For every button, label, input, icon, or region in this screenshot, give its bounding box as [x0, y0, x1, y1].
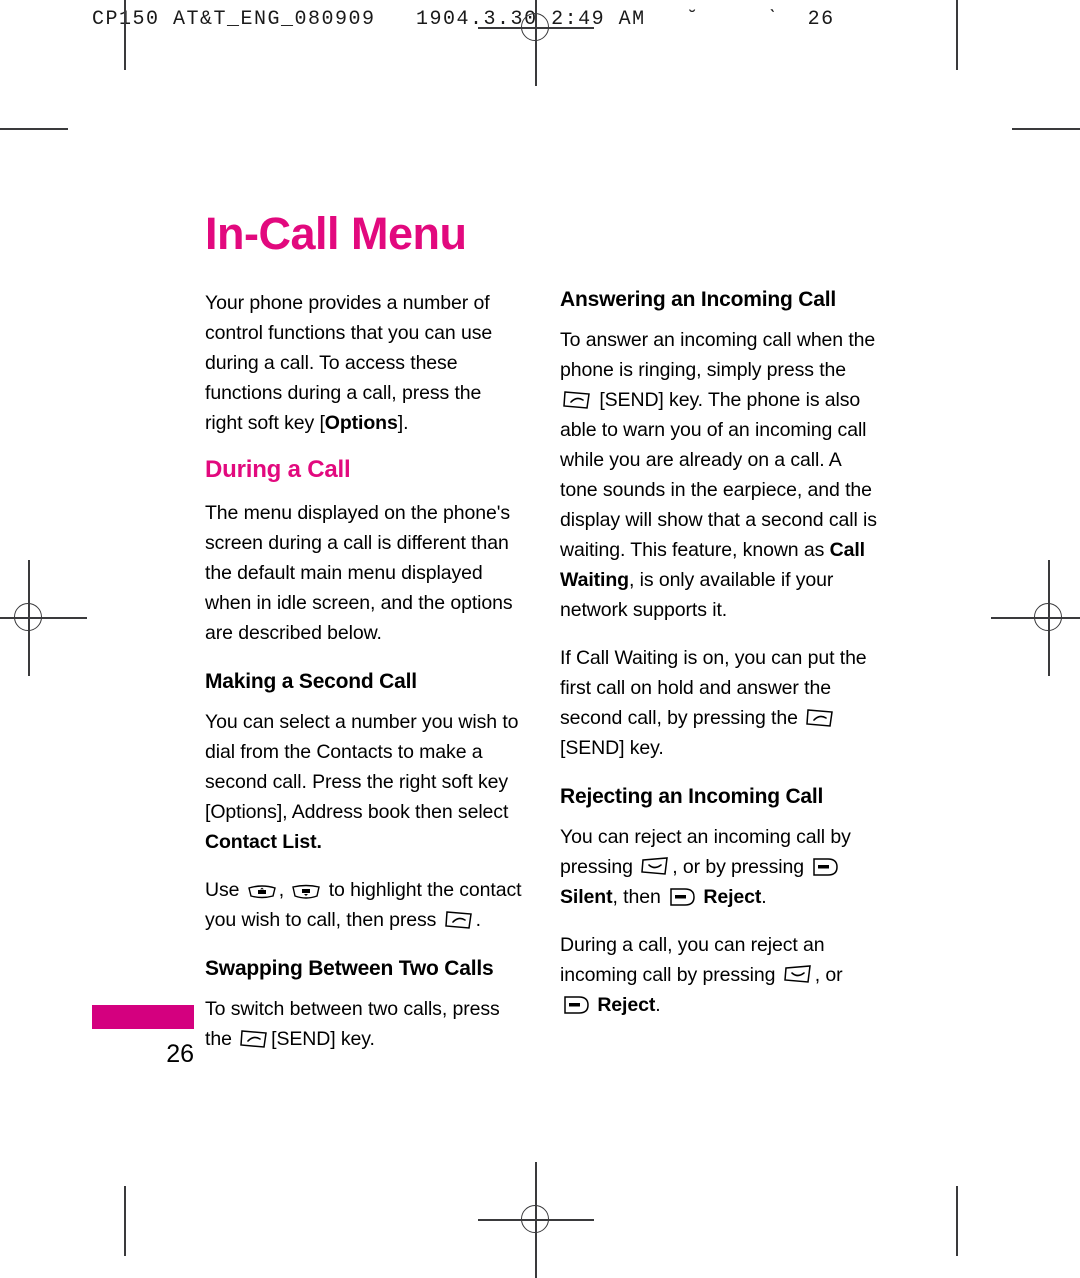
rejecting-period-2: . — [655, 994, 661, 1016]
end-key-icon — [783, 964, 813, 986]
intro-paragraph: Your phone provides a number of control … — [205, 288, 523, 438]
silent-label: Silent — [560, 886, 613, 908]
subheading-making-a-second-call: Making a Second Call — [205, 670, 417, 693]
page-tab-marker — [92, 1005, 194, 1029]
send-key-icon — [444, 909, 474, 931]
use-comma: , — [278, 879, 285, 901]
rejecting-text-part2: , or by pressing — [672, 856, 804, 878]
during-a-call-paragraph: The menu displayed on the phone's screen… — [205, 502, 513, 644]
answering-paragraph-1: To answer an incoming call when the phon… — [560, 325, 878, 625]
use-word: Use — [205, 879, 240, 901]
answering-text-part2: [SEND] key. The phone is also able to wa… — [560, 389, 877, 561]
highlight-contact-period: . — [475, 909, 481, 931]
page-title: In-Call Menu — [205, 208, 467, 260]
subheading-rejecting-an-incoming-call: Rejecting an Incoming Call — [560, 785, 824, 808]
end-key-icon — [640, 856, 670, 878]
nav-up-key-icon — [247, 883, 277, 901]
rejecting-paragraph-2: During a call, you can reject an incomin… — [560, 930, 878, 1020]
making-second-call-text: You can select a number you wish to dial… — [205, 711, 519, 823]
making-second-call-paragraph: You can select a number you wish to dial… — [205, 707, 523, 857]
subheading-swapping-between-two-calls: Swapping Between Two Calls — [205, 957, 494, 980]
right-column: Answering an Incoming Call To answer an … — [560, 288, 878, 1038]
subheading-answering-an-incoming-call: Answering an Incoming Call — [560, 288, 837, 311]
manual-page: In-Call Menu Your phone provides a numbe… — [0, 0, 1080, 1256]
send-key-icon — [239, 1028, 269, 1050]
rejecting-paragraph-1: You can reject an incoming call by press… — [560, 822, 878, 912]
call-waiting-send-key-text: [SEND] key. — [560, 737, 664, 759]
section-heading-during-a-call: During a Call — [205, 456, 351, 483]
send-key-icon — [805, 707, 835, 729]
left-column: Your phone provides a number of control … — [205, 288, 523, 1072]
nav-down-key-icon — [291, 883, 321, 901]
right-soft-key-icon — [668, 886, 696, 908]
swapping-paragraph: To switch between two calls, press the [… — [205, 994, 523, 1054]
highlight-contact-paragraph: Use , to highlight the contact you wish … — [205, 875, 523, 935]
reject-label: Reject — [703, 886, 762, 908]
answering-text-part1: To answer an incoming call when the phon… — [560, 329, 876, 381]
swapping-text-after: [SEND] key. — [271, 1028, 375, 1050]
send-key-icon — [562, 389, 592, 411]
reject-label: Reject — [597, 994, 656, 1016]
contact-list-label: Contact List. — [205, 831, 322, 853]
rejecting-text-or: , or — [814, 964, 843, 986]
rejecting-period-1: . — [761, 886, 767, 908]
page-number: 26 — [166, 1040, 194, 1068]
options-label: Options — [324, 412, 398, 434]
answering-paragraph-2: If Call Waiting is on, you can put the f… — [560, 643, 878, 763]
rejecting-text-part3: , then — [612, 886, 661, 908]
right-soft-key-icon — [562, 994, 590, 1016]
intro-text-after: ]. — [397, 412, 409, 434]
right-soft-key-icon — [811, 856, 839, 878]
